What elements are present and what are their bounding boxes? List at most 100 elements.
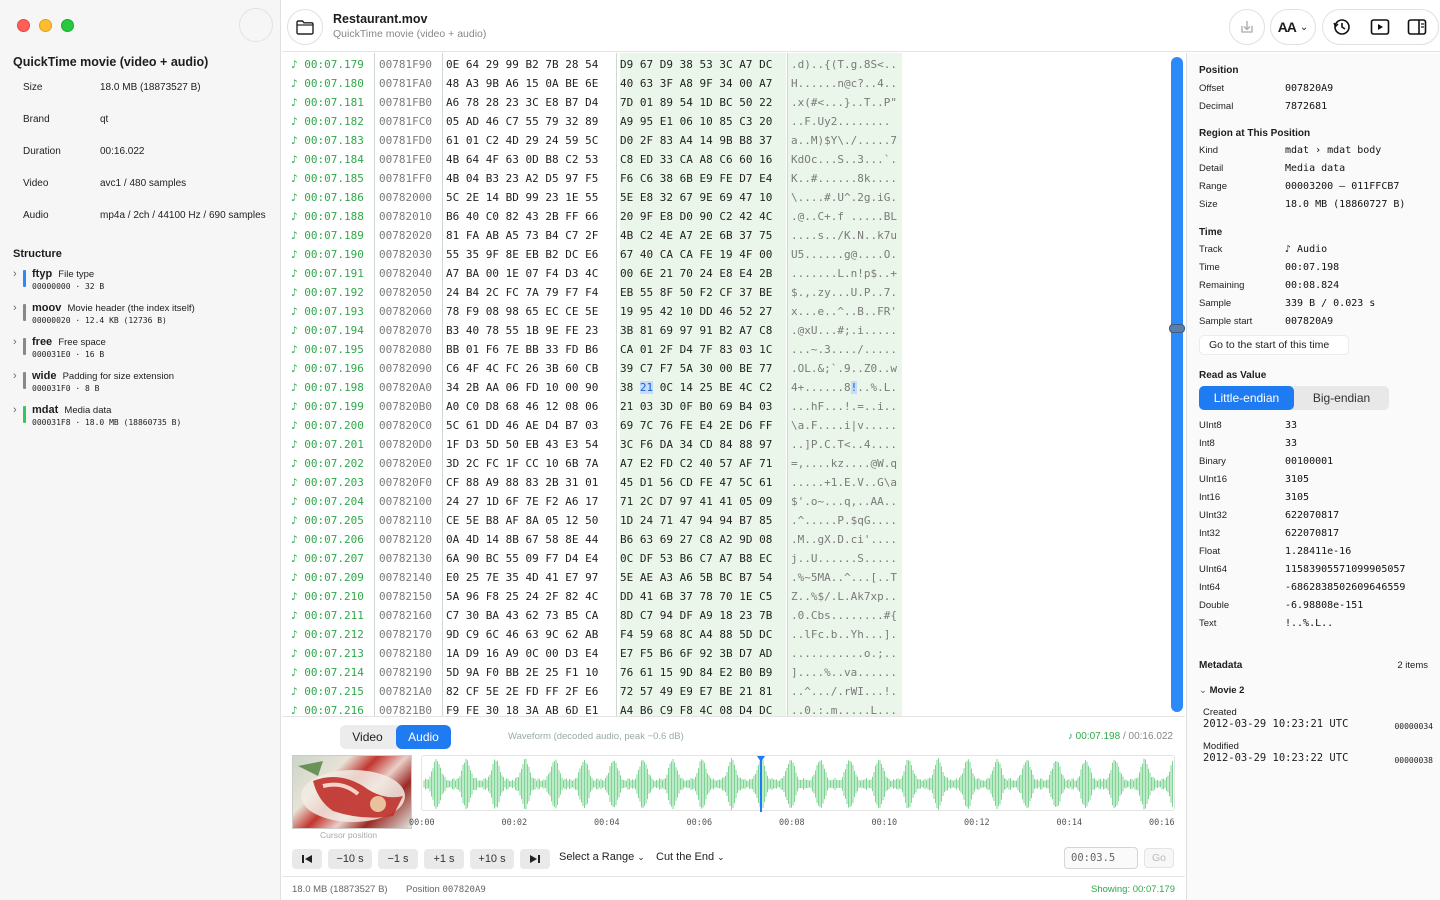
inspector-value: !..%.L.. bbox=[1285, 618, 1334, 629]
structure-box-moov[interactable]: › moov Movie header (the index itself) 0… bbox=[13, 302, 273, 332]
hex-row[interactable]: ♪ 00:07.206 00782120 0A 4D 14 8B 67 58 8E … bbox=[282, 530, 1185, 549]
hex-row[interactable]: ♪ 00:07.207 00782130 6A 90 BC 55 09 F7 D4 … bbox=[282, 549, 1185, 568]
window-close-button[interactable] bbox=[17, 19, 30, 32]
go-button[interactable]: Go bbox=[1144, 848, 1174, 868]
hex-row[interactable]: ♪ 00:07.192 00782050 24 B4 2C FC 7A 79 F7 … bbox=[282, 283, 1185, 302]
hex-row[interactable]: ♪ 00:07.181 00781FB0 A6 78 28 23 3C E8 B7 … bbox=[282, 93, 1185, 112]
text-size-button[interactable]: AA ⌄ bbox=[1270, 9, 1316, 45]
go-to-start-of-time-button[interactable]: Go to the start of this time bbox=[1199, 335, 1349, 355]
inspector-key: Range bbox=[1199, 181, 1227, 192]
chevron-right-icon[interactable]: › bbox=[13, 302, 17, 314]
cut-end-label: Cut the End bbox=[656, 851, 715, 863]
hex-row[interactable]: ♪ 00:07.205 00782110 CE 5E B8 AF 8A 05 12 … bbox=[282, 511, 1185, 530]
hex-row[interactable]: ♪ 00:07.188 00782010 B6 40 C0 82 43 2B FF … bbox=[282, 207, 1185, 226]
structure-box-ftyp[interactable]: › ftyp File type 00000000 · 32 B bbox=[13, 268, 273, 298]
tab-audio[interactable]: Audio bbox=[396, 725, 451, 749]
hex-row[interactable]: ♪ 00:07.209 00782140 E0 25 7E 35 4D 41 E7 … bbox=[282, 568, 1185, 587]
inspector-toggle-button[interactable] bbox=[1407, 18, 1427, 39]
inspector-key: Kind bbox=[1199, 145, 1219, 156]
hex-row[interactable]: ♪ 00:07.201 007820D0 1F D3 5D 50 EB 43 E3 … bbox=[282, 435, 1185, 454]
box-color-bar bbox=[23, 304, 26, 321]
hex-row[interactable]: ♪ 00:07.198 007820A0 34 2B AA 06 FD 10 00 … bbox=[282, 378, 1185, 397]
chevron-right-icon[interactable]: › bbox=[13, 336, 17, 348]
jump-to-end-button[interactable] bbox=[520, 849, 550, 869]
section-time-title: Time bbox=[1199, 227, 1223, 238]
row-hex-bytes-right: 39 C7 F7 5A 30 00 BE 77 bbox=[620, 362, 773, 375]
hex-row[interactable]: ♪ 00:07.190 00782030 55 35 9F 8E EB B2 DC … bbox=[282, 245, 1185, 264]
open-file-button[interactable] bbox=[287, 9, 323, 45]
structure-box-free[interactable]: › free Free space 000031E0 · 16 B bbox=[13, 336, 273, 366]
hex-row[interactable]: ♪ 00:07.191 00782040 A7 BA 00 1E 07 F4 D3 … bbox=[282, 264, 1185, 283]
media-player-button[interactable] bbox=[1370, 18, 1390, 39]
hex-row[interactable]: ♪ 00:07.210 00782150 5A 96 F8 25 24 2F 82 … bbox=[282, 587, 1185, 606]
hex-row[interactable]: ♪ 00:07.212 00782170 9D C9 6C 46 63 9C 62 … bbox=[282, 625, 1185, 644]
waveform-view[interactable] bbox=[421, 755, 1175, 812]
chevron-right-icon[interactable]: › bbox=[13, 404, 17, 416]
row-hex-bytes-left: 5D 9A F0 BB 2E 25 F1 10 bbox=[446, 666, 599, 679]
hex-row[interactable]: ♪ 00:07.214 00782190 5D 9A F0 BB 2E 25 F1 … bbox=[282, 663, 1185, 682]
row-ascii: KdOc...S..3...`. bbox=[791, 153, 897, 166]
select-range-menu[interactable]: Select a Range ⌄ bbox=[559, 851, 645, 863]
hex-row[interactable]: ♪ 00:07.215 007821A0 82 CF 5E 2E FD FF 2F … bbox=[282, 682, 1185, 701]
hex-row[interactable]: ♪ 00:07.216 007821B0 F9 FE 30 18 3A AB 6D … bbox=[282, 701, 1185, 716]
cut-end-menu[interactable]: Cut the End ⌄ bbox=[656, 851, 725, 863]
box-meta: 000031F0 · 8 B bbox=[32, 384, 100, 393]
sidebar-toggle-button[interactable] bbox=[239, 8, 273, 42]
row-ascii: .^.....P.$qG.... bbox=[791, 514, 897, 527]
scrollbar-thumb[interactable] bbox=[1169, 324, 1185, 333]
export-button[interactable] bbox=[1229, 9, 1265, 45]
inspector-key: Int32 bbox=[1199, 528, 1221, 539]
forward-10s-button[interactable]: +10 s bbox=[470, 849, 514, 869]
hex-row[interactable]: ♪ 00:07.184 00781FE0 4B 64 4F 63 0D B8 C2 … bbox=[282, 150, 1185, 169]
hex-row[interactable]: ♪ 00:07.203 007820F0 CF 88 A9 88 83 2B 31 … bbox=[282, 473, 1185, 492]
waveform-tick-label: 00:04 bbox=[594, 818, 620, 828]
hex-row[interactable]: ♪ 00:07.189 00782020 81 FA AB A5 73 B4 C7 … bbox=[282, 226, 1185, 245]
hex-row[interactable]: ♪ 00:07.194 00782070 B3 40 78 55 1B 9E FE … bbox=[282, 321, 1185, 340]
playhead-handle[interactable] bbox=[756, 756, 765, 762]
hex-row[interactable]: ♪ 00:07.196 00782090 C6 4F 4C FC 26 3B 60 … bbox=[282, 359, 1185, 378]
metadata-entry-label: Created bbox=[1203, 707, 1237, 718]
metadata-movie-group[interactable]: ⌄ Movie 2 bbox=[1199, 685, 1244, 696]
status-position-value: 007820A9 bbox=[442, 885, 486, 895]
structure-box-wide[interactable]: › wide Padding for size extension 000031… bbox=[13, 370, 273, 400]
chevron-right-icon[interactable]: › bbox=[13, 370, 17, 382]
jump-to-start-button[interactable] bbox=[292, 849, 322, 869]
goto-time-input[interactable] bbox=[1064, 847, 1138, 869]
hex-row[interactable]: ♪ 00:07.200 007820C0 5C 61 DD 46 AE D4 B7 … bbox=[282, 416, 1185, 435]
history-button[interactable] bbox=[1333, 18, 1351, 39]
hex-row[interactable]: ♪ 00:07.211 00782160 C7 30 BA 43 62 73 B5 … bbox=[282, 606, 1185, 625]
box-meta: 000031E0 · 16 B bbox=[32, 350, 105, 359]
hex-row[interactable]: ♪ 00:07.204 00782100 24 27 1D 6F 7E F2 A6 … bbox=[282, 492, 1185, 511]
hex-row[interactable]: ♪ 00:07.185 00781FF0 4B 04 B3 23 A2 D5 97 … bbox=[282, 169, 1185, 188]
chevron-right-icon[interactable]: › bbox=[13, 268, 17, 280]
hex-row[interactable]: ♪ 00:07.183 00781FD0 61 01 C2 4D 29 24 59 … bbox=[282, 131, 1185, 150]
row-ascii: .0.Cbs........#{ bbox=[791, 609, 897, 622]
row-timestamp: ♪ 00:07.186 bbox=[291, 191, 364, 204]
back-1s-button[interactable]: −1 s bbox=[378, 849, 418, 869]
hex-row[interactable]: ♪ 00:07.186 00782000 5C 2E 14 BD 99 23 1E … bbox=[282, 188, 1185, 207]
structure-box-mdat[interactable]: › mdat Media data 000031F8 · 18.0 MB (18… bbox=[13, 404, 273, 434]
hex-row[interactable]: ♪ 00:07.202 007820E0 3D 2C FC 1F CC 10 6B … bbox=[282, 454, 1185, 473]
hex-row[interactable]: ♪ 00:07.193 00782060 78 F9 08 98 65 EC CE … bbox=[282, 302, 1185, 321]
inspector-value: 00003200 – 011FFCB7 bbox=[1285, 181, 1400, 192]
window-zoom-button[interactable] bbox=[61, 19, 74, 32]
forward-1s-button[interactable]: +1 s bbox=[424, 849, 464, 869]
endianness-segmented-control: Little-endian Big-endian bbox=[1199, 386, 1389, 410]
hex-row[interactable]: ♪ 00:07.182 00781FC0 05 AD 46 C7 55 79 32 … bbox=[282, 112, 1185, 131]
little-endian-option[interactable]: Little-endian bbox=[1199, 386, 1294, 410]
hex-row[interactable]: ♪ 00:07.179 00781F90 0E 64 29 99 B2 7B 28 … bbox=[282, 55, 1185, 74]
row-hex-bytes-left: 0A 4D 14 8B 67 58 8E 44 bbox=[446, 533, 599, 546]
scrollbar[interactable] bbox=[1171, 57, 1183, 712]
hex-row[interactable]: ♪ 00:07.199 007820B0 A0 C0 D8 68 46 12 08 … bbox=[282, 397, 1185, 416]
hex-view[interactable]: ♪ 00:07.179 00781F90 0E 64 29 99 B2 7B 28 … bbox=[282, 53, 1185, 716]
hex-row[interactable]: ♪ 00:07.213 00782180 1A D9 16 A9 0C 00 D3 … bbox=[282, 644, 1185, 663]
big-endian-option[interactable]: Big-endian bbox=[1294, 386, 1389, 410]
inspector-key: Int64 bbox=[1199, 582, 1221, 593]
hex-row[interactable]: ♪ 00:07.195 00782080 BB 01 F6 7E BB 33 FD … bbox=[282, 340, 1185, 359]
window-minimize-button[interactable] bbox=[39, 19, 52, 32]
row-hex-bytes-left: 61 01 C2 4D 29 24 59 5C bbox=[446, 134, 599, 147]
back-10s-button[interactable]: −10 s bbox=[328, 849, 372, 869]
hex-row[interactable]: ♪ 00:07.180 00781FA0 48 A3 9B A6 15 0A BE … bbox=[282, 74, 1185, 93]
selected-byte[interactable]: 21 bbox=[639, 381, 654, 394]
tab-video[interactable]: Video bbox=[340, 725, 395, 749]
